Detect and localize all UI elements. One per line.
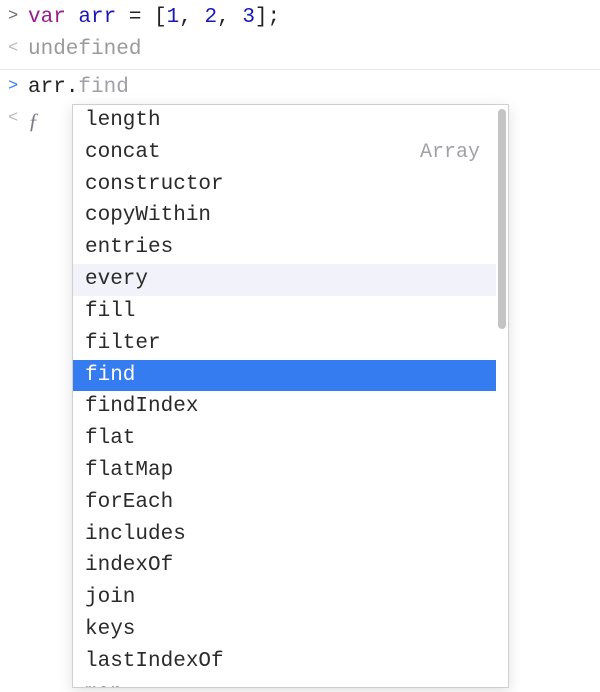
autocomplete-item-indexOf[interactable]: indexOf bbox=[73, 550, 496, 582]
autocomplete-item-join[interactable]: join bbox=[73, 582, 496, 614]
gutter-output-icon: < bbox=[8, 106, 28, 128]
console-line-input: > var arr = [1, 2, 3]; bbox=[0, 2, 600, 34]
number-literal: 3 bbox=[242, 6, 255, 29]
autocomplete-category-hint: Array bbox=[420, 139, 480, 167]
bracket-open: [ bbox=[154, 6, 167, 29]
autocomplete-item-includes[interactable]: includes bbox=[73, 519, 496, 551]
gutter-output-icon: < bbox=[8, 36, 28, 58]
autocomplete-item-concat[interactable]: concatArray bbox=[73, 137, 496, 169]
autocomplete-item-flatMap[interactable]: flatMap bbox=[73, 455, 496, 487]
autocomplete-item-constructor[interactable]: constructor bbox=[73, 169, 496, 201]
keyword-var: var bbox=[28, 6, 66, 29]
identifier-arr: arr bbox=[28, 76, 66, 99]
autocomplete-item-fill[interactable]: fill bbox=[73, 296, 496, 328]
autocomplete-item-copyWithin[interactable]: copyWithin bbox=[73, 200, 496, 232]
console-code: var arr = [1, 2, 3]; bbox=[28, 4, 280, 32]
operator-assign: = bbox=[116, 6, 154, 29]
number-literal: 1 bbox=[167, 6, 180, 29]
gutter-input-icon: > bbox=[8, 4, 28, 26]
result-undefined: undefined bbox=[28, 36, 141, 64]
autocomplete-item-length[interactable]: length bbox=[73, 105, 496, 137]
space bbox=[66, 6, 79, 29]
console-code-active[interactable]: arr.find bbox=[28, 74, 129, 102]
autocomplete-item-keys[interactable]: keys bbox=[73, 614, 496, 646]
dot-operator: . bbox=[66, 76, 79, 99]
autocomplete-item-filter[interactable]: filter bbox=[73, 328, 496, 360]
function-symbol: ƒ bbox=[28, 108, 39, 133]
bracket-close: ]; bbox=[255, 6, 280, 29]
scrollbar-track[interactable] bbox=[496, 105, 508, 687]
autocomplete-item-forEach[interactable]: forEach bbox=[73, 487, 496, 519]
console-line-output: < undefined bbox=[0, 34, 600, 66]
comma: , bbox=[217, 6, 242, 29]
console-line-input-active[interactable]: > arr.find bbox=[0, 72, 600, 104]
autocomplete-item-flat[interactable]: flat bbox=[73, 423, 496, 455]
autocomplete-item-lastIndexOf[interactable]: lastIndexOf bbox=[73, 646, 496, 678]
autocomplete-item-find[interactable]: find bbox=[73, 360, 496, 392]
autocomplete-item-findIndex[interactable]: findIndex bbox=[73, 391, 496, 423]
scrollbar-thumb[interactable] bbox=[498, 109, 506, 329]
comma: , bbox=[179, 6, 204, 29]
identifier-arr: arr bbox=[78, 6, 116, 29]
eager-eval-result: ƒ bbox=[28, 106, 39, 138]
gutter-input-active-icon: > bbox=[8, 74, 28, 96]
completion-preview: find bbox=[78, 76, 128, 99]
autocomplete-item-map[interactable]: map bbox=[73, 678, 496, 687]
autocomplete-item-every[interactable]: every bbox=[73, 264, 496, 296]
autocomplete-popup[interactable]: lengthconcatArrayconstructorcopyWithinen… bbox=[72, 104, 509, 688]
autocomplete-item-entries[interactable]: entries bbox=[73, 232, 496, 264]
autocomplete-list[interactable]: lengthconcatArrayconstructorcopyWithinen… bbox=[73, 105, 496, 687]
number-literal: 2 bbox=[204, 6, 217, 29]
